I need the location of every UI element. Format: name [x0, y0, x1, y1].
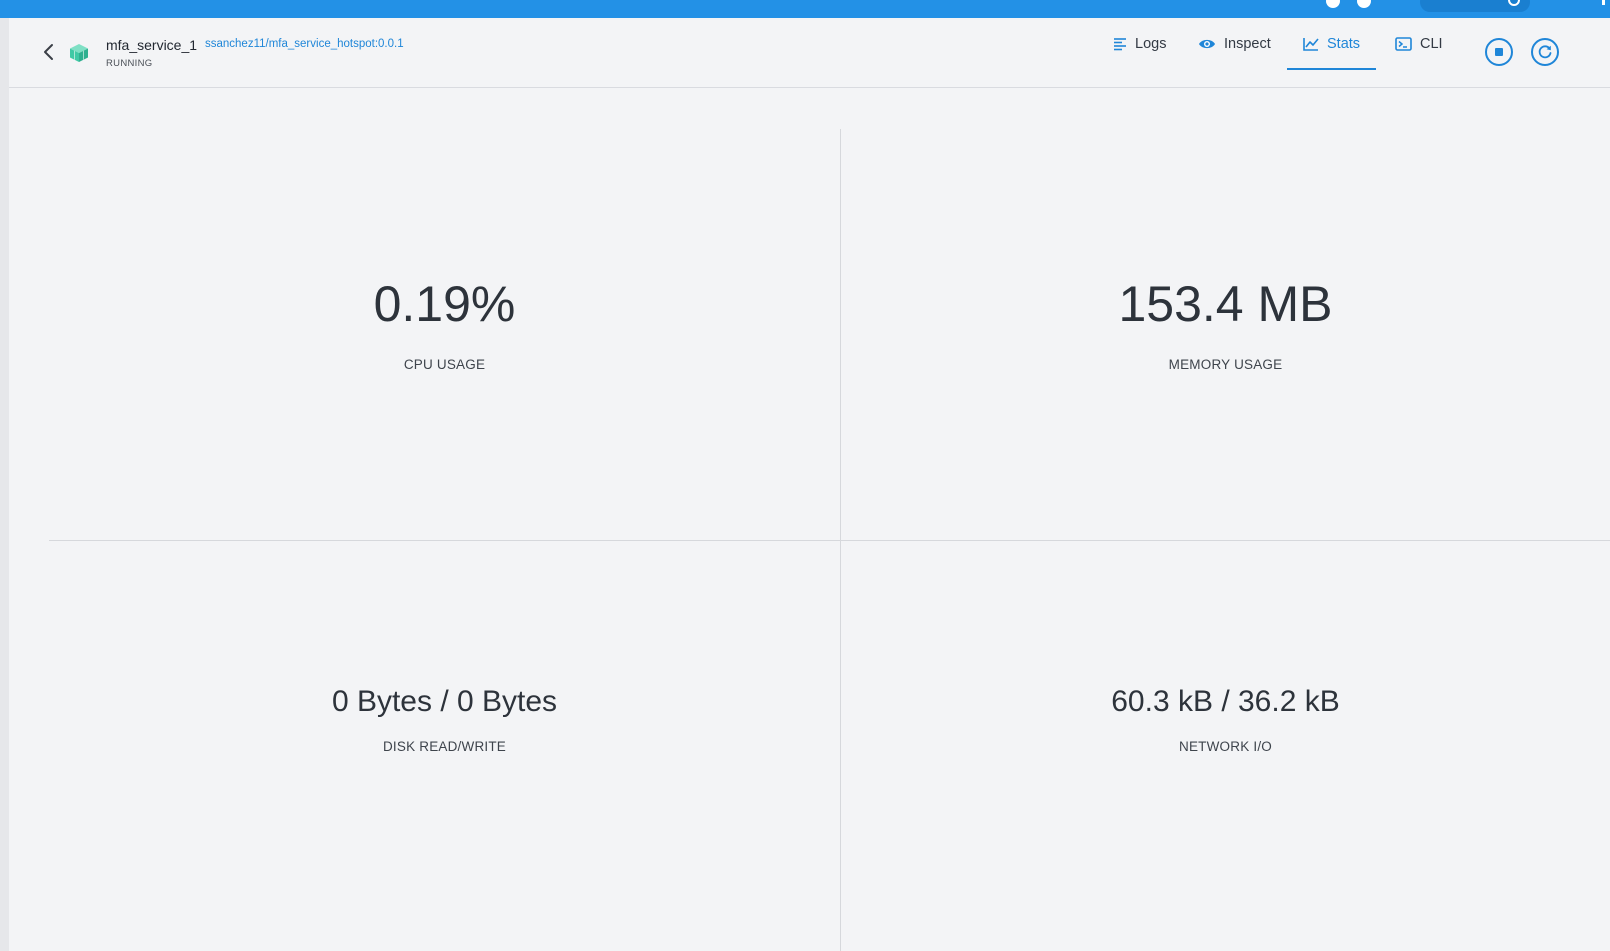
container-name: mfa_service_1 — [106, 37, 198, 53]
user-account-button[interactable] — [1420, 0, 1530, 12]
image-link[interactable]: ssanchez11/mfa_service_hotspot:0.0.1 — [205, 38, 404, 50]
tab-logs[interactable]: Logs — [1113, 18, 1166, 70]
container-header: mfa_service_1 ssanchez11/mfa_service_hot… — [9, 18, 1610, 88]
network-io-value: 60.3 kB / 36.2 kB — [1111, 685, 1340, 718]
disk-io-label: DISK READ/WRITE — [382, 739, 506, 754]
stop-icon — [1495, 48, 1503, 56]
cpu-usage-value: 0.19% — [373, 276, 516, 332]
cpu-usage-stat: 0.19% CPU USAGE — [49, 275, 840, 372]
stats-panel: 0.19% CPU USAGE 153.4 MB MEMORY USAGE 0 … — [49, 129, 1610, 951]
back-button[interactable] — [39, 42, 59, 62]
tab-stats[interactable]: Stats — [1287, 18, 1377, 70]
memory-usage-label: MEMORY USAGE — [1168, 357, 1283, 372]
tab-cli[interactable]: CLI — [1395, 18, 1443, 70]
user-avatar-icon — [1508, 0, 1520, 6]
terminal-icon — [1395, 37, 1412, 51]
app-top-bar — [0, 0, 1610, 18]
tab-stats-label: Stats — [1327, 36, 1361, 52]
gear-icon[interactable] — [1357, 0, 1371, 8]
active-tab-indicator — [1287, 68, 1377, 70]
chart-icon — [1303, 38, 1319, 51]
tab-inspect[interactable]: Inspect — [1198, 18, 1271, 70]
disk-io-stat: 0 Bytes / 0 Bytes DISK READ/WRITE — [49, 685, 840, 754]
window-edge-marker — [1602, 0, 1605, 5]
left-window-edge — [0, 18, 9, 951]
status-badge: RUNNING — [106, 58, 153, 69]
memory-usage-value: 153.4 MB — [1118, 276, 1333, 332]
chevron-left-icon — [44, 44, 53, 60]
grid-divider-horizontal — [49, 540, 1610, 541]
cpu-usage-label: CPU USAGE — [403, 357, 486, 372]
stop-button[interactable] — [1485, 38, 1513, 66]
tab-inspect-label: Inspect — [1224, 36, 1271, 52]
eye-icon — [1199, 39, 1215, 49]
disk-io-value: 0 Bytes / 0 Bytes — [331, 685, 558, 718]
logs-icon — [1114, 38, 1126, 51]
restart-button[interactable] — [1531, 38, 1559, 66]
notification-icon[interactable] — [1326, 0, 1340, 8]
tab-cli-label: CLI — [1420, 36, 1443, 52]
network-io-label: NETWORK I/O — [1179, 739, 1272, 754]
tab-logs-label: Logs — [1135, 36, 1167, 52]
memory-usage-stat: 153.4 MB MEMORY USAGE — [841, 275, 1610, 372]
restart-icon — [1538, 45, 1552, 59]
container-icon — [67, 41, 91, 65]
network-io-stat: 60.3 kB / 36.2 kB NETWORK I/O — [841, 685, 1610, 754]
